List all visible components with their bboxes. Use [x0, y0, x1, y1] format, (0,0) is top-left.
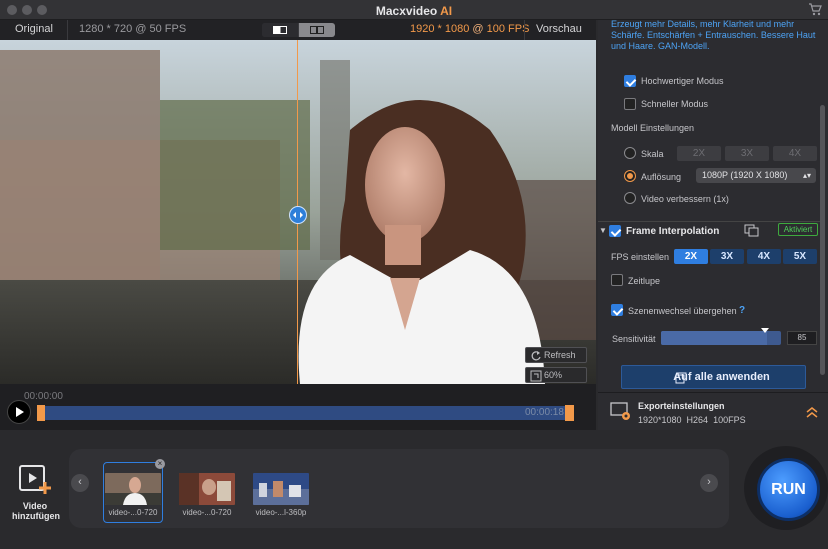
resolution-value: 1080P (1920 X 1080) — [702, 170, 788, 180]
video-thumbnail[interactable] — [253, 473, 309, 505]
expand-up-icon[interactable] — [806, 406, 818, 418]
cart-icon[interactable] — [808, 3, 822, 16]
play-button[interactable] — [7, 400, 31, 424]
output-info: 1920 * 1080 @ 100 FPS — [410, 23, 529, 35]
fast-mode-label: Schneller Modus — [641, 99, 709, 109]
video-list — [69, 449, 729, 528]
thumbnail-label: video-...0-720 — [182, 508, 232, 517]
export-settings-icon — [610, 402, 630, 420]
fps-5x-button[interactable]: 5X — [783, 249, 817, 264]
chevron-right-icon: › — [707, 476, 711, 488]
trim-start-handle[interactable] — [37, 405, 45, 421]
prev-button[interactable]: ‹ — [71, 474, 89, 492]
scale-2x-button[interactable]: 2X — [677, 146, 721, 161]
zoom-button[interactable]: 60% — [525, 367, 587, 383]
scale-label: Skala — [641, 149, 664, 159]
resolution-label: Auflösung — [641, 172, 682, 182]
slowmo-checkbox[interactable] — [611, 274, 623, 286]
copy-icon[interactable] — [744, 224, 760, 238]
drag-arrows-icon — [293, 212, 303, 218]
divider — [67, 20, 68, 40]
refresh-icon — [531, 351, 541, 361]
preview-label[interactable]: Vorschau — [536, 23, 582, 35]
app-name: Macxvideo — [375, 4, 438, 18]
video-thumbnail[interactable] — [105, 473, 161, 505]
model-settings-heading: Modell Einstellungen — [611, 123, 695, 133]
divider — [524, 20, 525, 40]
scale-3x-button[interactable]: 3X — [725, 146, 769, 161]
sensitivity-slider-knob[interactable] — [761, 328, 769, 333]
run-button[interactable]: RUN — [757, 458, 820, 521]
scale-radio[interactable] — [624, 147, 636, 159]
compare-view-toggle[interactable] — [262, 23, 335, 37]
zoom-icon — [530, 370, 542, 382]
add-video-icon — [19, 465, 51, 494]
fps-2x-button[interactable]: 2X — [674, 249, 708, 264]
export-settings-bar[interactable]: Exporteinstellungen 1920*1080 H264 100FP… — [598, 392, 828, 430]
output-resolution: 1920 * 1080 — [410, 23, 470, 35]
fps-3x-button[interactable]: 3X — [710, 249, 744, 264]
app-name-accent: AI — [440, 4, 453, 18]
scene-change-label: Szenenwechsel übergehen — [628, 306, 737, 316]
apply-all-button[interactable]: Auf alle anwenden — [621, 365, 806, 389]
thumbnail-label: video-...0-720 — [108, 508, 158, 517]
collapse-arrow-icon[interactable]: ▼ — [599, 226, 607, 235]
source-info: 1280 * 720 @ 50 FPS — [79, 23, 187, 35]
original-label: Original — [15, 23, 53, 35]
activated-badge: Aktiviert — [778, 223, 818, 236]
export-details: 1920*1080 H264 100FPS — [638, 415, 746, 425]
next-button[interactable]: › — [700, 474, 718, 492]
resolution-radio[interactable] — [624, 170, 636, 182]
window-title: Macxvideo AI — [0, 4, 828, 18]
side-by-side-button[interactable] — [299, 23, 335, 37]
apply-all-icon — [675, 372, 687, 384]
end-time: 00:00:18 — [525, 407, 564, 418]
high-quality-checkbox[interactable] — [624, 75, 636, 87]
add-video-button[interactable] — [18, 462, 52, 499]
zoom-label: 60% — [544, 370, 563, 380]
export-title: Exporteinstellungen — [638, 401, 725, 411]
select-arrows-icon: ▴▾ — [802, 171, 811, 180]
fps-label: FPS einstellen — [611, 252, 670, 262]
sensitivity-value[interactable]: 85 — [787, 331, 817, 345]
frame-interpolation-label: Frame Interpolation — [626, 226, 720, 237]
enhance-radio[interactable] — [624, 192, 636, 204]
help-icon[interactable]: ? — [739, 305, 745, 316]
compare-divider-handle[interactable] — [289, 206, 307, 224]
scale-4x-button[interactable]: 4X — [773, 146, 817, 161]
model-description: Erzeugt mehr Details, mehr Klarheit und … — [611, 19, 816, 51]
sensitivity-slider-fill — [661, 331, 767, 345]
split-view-button[interactable] — [262, 23, 298, 37]
app-window: Macxvideo AI Original 1280 * 720 @ 50 FP… — [0, 0, 828, 549]
play-icon — [16, 407, 24, 417]
output-at: @ — [472, 23, 484, 35]
chevron-left-icon: ‹ — [78, 476, 82, 488]
sensitivity-label: Sensitivität — [612, 334, 656, 344]
high-quality-label: Hochwertiger Modus — [641, 76, 724, 86]
trim-end-handle[interactable] — [565, 405, 574, 421]
split-view-icon — [273, 26, 287, 34]
enhance-label: Video verbessern (1x) — [641, 194, 729, 204]
refresh-label: Refresh — [544, 350, 576, 360]
frame-interpolation-checkbox[interactable] — [609, 225, 621, 237]
thumbnail-label: video-...l-360p — [255, 508, 307, 517]
fast-mode-checkbox[interactable] — [624, 98, 636, 110]
fps-4x-button[interactable]: 4X — [747, 249, 781, 264]
add-video-label[interactable]: Video hinzufügen — [12, 501, 60, 521]
slowmo-label: Zeitlupe — [628, 276, 661, 286]
video-thumbnail[interactable] — [179, 473, 235, 505]
side-by-side-icon — [310, 26, 324, 34]
resolution-select[interactable]: 1080P (1920 X 1080) ▴▾ — [696, 168, 816, 183]
timeline-track[interactable] — [37, 406, 574, 420]
panel-scrollbar[interactable] — [820, 105, 825, 375]
refresh-button[interactable]: Refresh — [525, 347, 587, 363]
title-bar: Macxvideo AI — [0, 0, 828, 20]
comparison-bar: Original 1280 * 720 @ 50 FPS 1920 * 1080… — [0, 20, 596, 40]
remove-video-icon[interactable]: × — [155, 459, 165, 469]
scene-change-checkbox[interactable] — [611, 304, 623, 316]
